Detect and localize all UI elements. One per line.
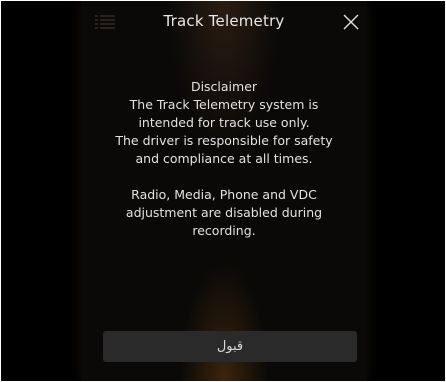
disclaimer-line: The driver is responsible for safety (115, 133, 333, 148)
restriction-line: recording. (192, 223, 256, 238)
disclaimer-text: Disclaimer The Track Telemetry system is… (81, 78, 367, 240)
disclaimer-line: The Track Telemetry system is (129, 97, 319, 112)
disclaimer-line: intended for track use only. (138, 115, 310, 130)
screen: Track Telemetry Disclaimer The Track Tel… (1, 1, 445, 381)
disclaimer-heading: Disclaimer (190, 79, 258, 94)
close-icon[interactable] (341, 12, 361, 32)
restriction-line: adjustment are disabled during (125, 205, 323, 220)
disclaimer-line: and compliance at all times. (135, 151, 313, 166)
accept-button[interactable]: قبول (103, 331, 357, 362)
dialog-header: Track Telemetry (81, 1, 367, 43)
restriction-line: Radio, Media, Phone and VDC (131, 187, 317, 202)
telemetry-dialog: Track Telemetry Disclaimer The Track Tel… (81, 1, 367, 381)
page-title: Track Telemetry (163, 12, 285, 30)
